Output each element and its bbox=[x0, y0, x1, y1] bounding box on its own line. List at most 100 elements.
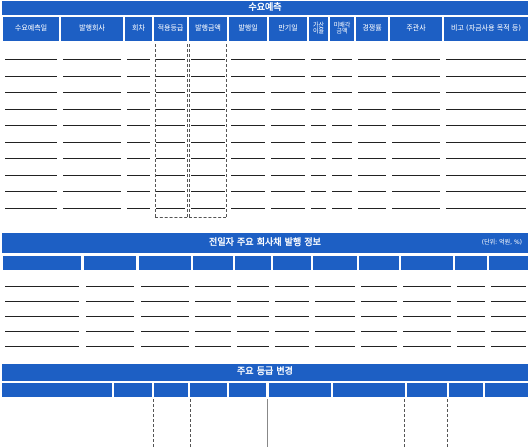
major-bonds-cell-amount bbox=[235, 306, 271, 316]
forecast-underline bbox=[191, 125, 225, 126]
major-bonds-header-cell bbox=[235, 256, 271, 270]
major-bonds-cell-name bbox=[3, 321, 81, 331]
forecast-underline bbox=[191, 141, 225, 143]
forecast-cell-company bbox=[61, 49, 123, 59]
major-bonds-cell-placement bbox=[359, 291, 399, 301]
forecast-title: 수요예측 bbox=[248, 3, 282, 13]
major-bonds-underline bbox=[457, 286, 485, 287]
forecast-underline bbox=[311, 141, 326, 143]
major-bonds-underline bbox=[457, 316, 485, 317]
forecast-underline bbox=[63, 59, 121, 60]
forecast-underline bbox=[231, 125, 265, 126]
major-bonds-underline bbox=[237, 286, 269, 287]
major-bonds-underline bbox=[275, 301, 309, 302]
major-bonds-cell-amount bbox=[235, 321, 271, 331]
forecast-underline bbox=[332, 191, 352, 192]
rating-dashed-guide bbox=[447, 399, 448, 447]
forecast-underline bbox=[271, 207, 305, 209]
forecast-underline bbox=[332, 75, 352, 77]
forecast-underline bbox=[127, 141, 150, 143]
major-bonds-cell-period bbox=[489, 321, 528, 331]
forecast-underline bbox=[191, 92, 225, 93]
forecast-underline bbox=[231, 141, 265, 143]
rating-left-header-cell bbox=[154, 383, 188, 397]
forecast-underline bbox=[5, 158, 57, 159]
forecast-underline bbox=[191, 174, 225, 176]
forecast-underline bbox=[271, 191, 305, 192]
forecast-underline bbox=[63, 125, 121, 126]
major-bonds-cell-issue bbox=[84, 291, 136, 301]
forecast-underline bbox=[311, 125, 326, 126]
forecast-underline bbox=[191, 207, 225, 209]
forecast-underline bbox=[191, 75, 225, 77]
major-bonds-cell-grade bbox=[401, 306, 453, 316]
forecast-underline bbox=[332, 59, 352, 60]
forecast-underline bbox=[127, 174, 150, 176]
forecast-underline bbox=[311, 191, 326, 192]
rating-changes-title-bar: 주요 등급 변경 bbox=[2, 364, 528, 381]
forecast-underline bbox=[311, 75, 326, 77]
major-bonds-underline bbox=[275, 316, 309, 317]
major-bonds-underline bbox=[361, 301, 397, 302]
forecast-header-cell: 비고 (자금사용 목적 등) bbox=[444, 17, 528, 41]
major-bonds-cell-rate bbox=[273, 291, 311, 301]
major-bonds-underline bbox=[403, 301, 451, 302]
major-bonds-underline bbox=[403, 331, 451, 332]
rating-right-header-cell bbox=[333, 383, 405, 397]
major-bonds-cell-issue bbox=[84, 306, 136, 316]
forecast-underline bbox=[332, 174, 352, 176]
rating-dashed-guide bbox=[190, 399, 191, 447]
major-bonds-cell-issue bbox=[84, 336, 136, 346]
unit-label: (단위: 억원, %) bbox=[481, 239, 522, 246]
forecast-header-cell: 만기일 bbox=[269, 17, 307, 41]
major-bonds-cell-currency bbox=[193, 306, 233, 316]
forecast-underline bbox=[191, 108, 225, 110]
major-bonds-underline bbox=[195, 346, 231, 347]
forecast-underline bbox=[271, 108, 305, 110]
major-bonds-cell-placement bbox=[359, 336, 399, 346]
major-bonds-underline bbox=[315, 301, 355, 302]
forecast-underline bbox=[392, 125, 440, 126]
forecast-cell-grade bbox=[154, 49, 187, 59]
forecast-underline bbox=[127, 59, 150, 60]
forecast-underline bbox=[392, 59, 440, 60]
forecast-underline bbox=[358, 174, 386, 176]
forecast-underline bbox=[332, 125, 352, 126]
forecast-underline bbox=[332, 92, 352, 93]
forecast-underline bbox=[231, 207, 265, 209]
major-bonds-underline bbox=[403, 316, 451, 317]
forecast-title-bar: 수요예측 bbox=[2, 1, 528, 15]
forecast-underline bbox=[392, 141, 440, 143]
forecast-underline bbox=[271, 174, 305, 176]
forecast-underline bbox=[311, 207, 326, 209]
major-bonds-underline bbox=[361, 286, 397, 287]
forecast-underline bbox=[358, 108, 386, 110]
major-bonds-cell-type bbox=[313, 291, 357, 301]
forecast-underline bbox=[332, 207, 352, 209]
forecast-cell-note bbox=[444, 49, 528, 59]
major-bonds-underline bbox=[457, 301, 485, 302]
major-bonds-cell-name bbox=[3, 276, 81, 286]
major-bonds-underline bbox=[275, 331, 309, 332]
forecast-underline bbox=[332, 158, 352, 159]
forecast-underline bbox=[63, 141, 121, 143]
rating-left-header-cell bbox=[229, 383, 266, 397]
forecast-underline bbox=[191, 59, 225, 60]
major-bonds-cell-period bbox=[489, 306, 528, 316]
forecast-underline bbox=[63, 92, 121, 93]
forecast-underline bbox=[446, 141, 526, 143]
major-bonds-underline bbox=[315, 331, 355, 332]
major-bonds-underline bbox=[141, 286, 189, 287]
forecast-underline bbox=[231, 92, 265, 93]
major-bonds-underline bbox=[141, 316, 189, 317]
forecast-underline bbox=[446, 92, 526, 93]
major-bonds-cell-rate bbox=[273, 336, 311, 346]
major-bonds-cell-maturity bbox=[139, 336, 191, 346]
major-bonds-underline bbox=[491, 316, 526, 317]
forecast-underline bbox=[156, 158, 185, 159]
major-bonds-cell-name bbox=[3, 291, 81, 301]
major-bonds-underline bbox=[315, 286, 355, 287]
major-bonds-cell-currency bbox=[193, 291, 233, 301]
major-bonds-cell-maturity bbox=[139, 321, 191, 331]
major-bonds-underline bbox=[237, 301, 269, 302]
